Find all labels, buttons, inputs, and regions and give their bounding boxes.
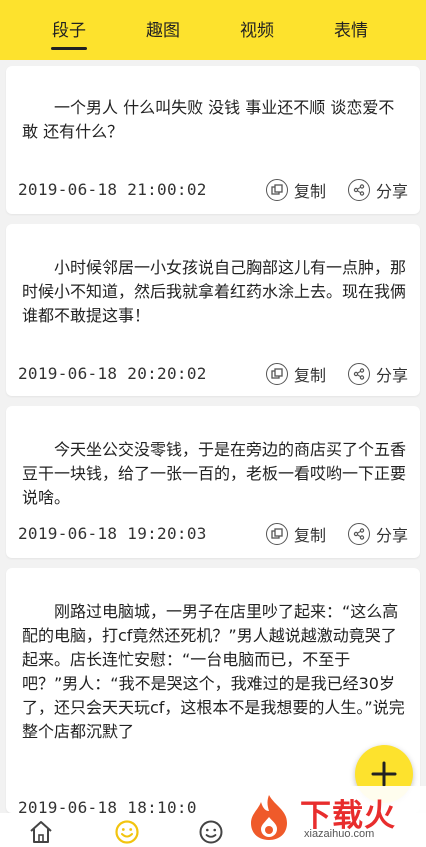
copy-label: 复制: [294, 366, 327, 385]
tab-funny-pics[interactable]: 趣图: [146, 16, 180, 41]
joke-card: 今天坐公交没零钱，于是在旁边的商店买了个五香豆干一块钱，给了一张一百的，老板一看…: [6, 406, 420, 558]
watermark-url: xiazaihuo.com: [304, 828, 375, 840]
share-button[interactable]: 分享: [348, 176, 408, 204]
copy-icon: [266, 179, 288, 201]
copy-button[interactable]: 复制: [266, 360, 326, 388]
tab-stickers[interactable]: 表情: [334, 16, 368, 41]
share-icon: [348, 523, 370, 545]
copy-button[interactable]: 复制: [266, 520, 326, 548]
tab-videos[interactable]: 视频: [240, 16, 274, 41]
share-button[interactable]: 分享: [348, 520, 408, 548]
share-label: 分享: [376, 526, 409, 545]
joke-timestamp: 2019-06-18 19:20:03: [18, 524, 207, 543]
share-icon: [348, 363, 370, 385]
plus-icon: [371, 761, 397, 787]
joke-meta: 2019-06-18 19:20:03 复制 分享: [18, 520, 412, 550]
joke-text: 刚路过电脑城，一男子在店里吵了起来：“这么高配的电脑，打cf竟然还死机？”男人越…: [22, 602, 405, 741]
joke-timestamp: 2019-06-18 18:10:0: [18, 798, 197, 813]
joke-card: 小时候邻居一小女孩说自己胸部这儿有一点肿，那时候小不知道，然后我就拿着红药水涂上…: [6, 224, 420, 396]
copy-label: 复制: [294, 182, 327, 201]
copy-icon: [266, 363, 288, 385]
joke-card: 一个男人 什么叫失败 没钱 事业还不顺 谈恋爱不敢 还有什么？ 2019-06-…: [6, 66, 420, 214]
watermark: 下载火 xiazaihuo.com: [238, 786, 426, 847]
joke-meta: 2019-06-18 20:20:02 复制 分享: [18, 360, 412, 390]
tab-jokes[interactable]: 段子: [51, 16, 87, 50]
share-icon: [348, 179, 370, 201]
joke-timestamp: 2019-06-18 20:20:02: [18, 364, 207, 383]
copy-icon: [266, 523, 288, 545]
share-button[interactable]: 分享: [348, 360, 408, 388]
joke-text: 今天坐公交没零钱，于是在旁边的商店买了个五香豆干一块钱，给了一张一百的，老板一看…: [22, 440, 407, 507]
flame-logo-icon: [251, 795, 287, 840]
joke-text: 小时候邻居一小女孩说自己胸部这儿有一点肿，那时候小不知道，然后我就拿着红药水涂上…: [22, 258, 407, 325]
share-label: 分享: [376, 182, 409, 201]
joke-meta: 2019-06-18 21:00:02 复制 分享: [18, 176, 412, 206]
user-face-icon[interactable]: [198, 819, 224, 845]
home-icon[interactable]: [28, 819, 54, 845]
copy-label: 复制: [294, 526, 327, 545]
joke-text: 一个男人 什么叫失败 没钱 事业还不顺 谈恋爱不敢 还有什么？: [22, 98, 395, 141]
top-tab-bar: 段子 趣图 视频 表情: [0, 0, 426, 60]
smile-icon[interactable]: [114, 819, 140, 845]
copy-button[interactable]: 复制: [266, 176, 326, 204]
joke-timestamp: 2019-06-18 21:00:02: [18, 180, 207, 199]
share-label: 分享: [376, 366, 409, 385]
